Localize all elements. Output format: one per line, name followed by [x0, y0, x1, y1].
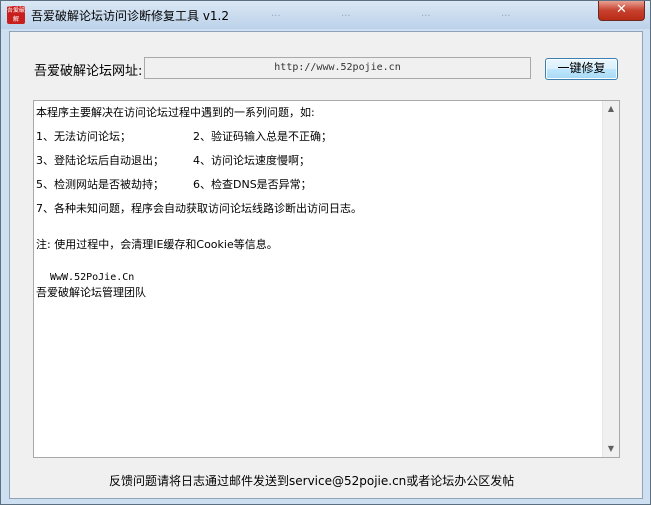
- close-button[interactable]: ✕: [598, 1, 645, 21]
- issue-item: 1、无法访问论坛；: [36, 130, 131, 143]
- issue-item: 3、登陆论坛后自动退出；: [36, 154, 164, 167]
- app-window: 吾爱破解 吾爱破解论坛访问诊断修复工具 v1.2 ... ... ... ...…: [0, 0, 651, 505]
- url-field[interactable]: http://www.52pojie.cn: [144, 57, 531, 79]
- issue-item: 2、验证码输入总是不正确；: [193, 130, 332, 143]
- domain-text: WwW.52PoJie.Cn: [50, 272, 135, 283]
- background-tab: ...: [421, 8, 431, 19]
- repair-button[interactable]: 一键修复: [545, 58, 618, 80]
- close-icon: ✕: [616, 2, 627, 17]
- info-textbox[interactable]: 本程序主要解决在访问论坛过程中遇到的一系列问题，如: 1、无法访问论坛； 2、验…: [33, 100, 620, 458]
- title-bar[interactable]: 吾爱破解 吾爱破解论坛访问诊断修复工具 v1.2 ... ... ... ...…: [1, 1, 650, 29]
- background-tab: ...: [341, 8, 351, 19]
- scroll-up-icon[interactable]: ▲: [603, 101, 619, 117]
- feedback-footer: 反馈问题请将日志通过邮件发送到service@52pojie.cn或者论坛办公区…: [109, 474, 515, 488]
- note-line: 注: 使用过程中，会清理IE缓存和Cookie等信息。: [36, 238, 278, 251]
- issue-item: 7、各种未知问题，程序会自动获取访问论坛线路诊断出访问日志。: [36, 202, 362, 215]
- url-label: 吾爱破解论坛网址:: [34, 64, 143, 79]
- window-title: 吾爱破解论坛访问诊断修复工具 v1.2: [31, 9, 230, 23]
- issue-item: 5、检测网站是否被劫持；: [36, 178, 164, 191]
- background-tab: ...: [271, 8, 281, 19]
- vertical-scrollbar[interactable]: ▲ ▼: [602, 101, 619, 457]
- app-logo-icon: 吾爱破解: [7, 6, 26, 24]
- scroll-down-icon[interactable]: ▼: [603, 441, 619, 457]
- client-area: 吾爱破解论坛网址: http://www.52pojie.cn 一键修复 本程序…: [9, 31, 643, 499]
- info-text-area: 本程序主要解决在访问论坛过程中遇到的一系列问题，如: 1、无法访问论坛； 2、验…: [36, 102, 601, 454]
- intro-line: 本程序主要解决在访问论坛过程中遇到的一系列问题，如:: [36, 106, 315, 119]
- background-tab: ...: [501, 8, 511, 19]
- team-signature: 吾爱破解论坛管理团队: [36, 286, 146, 299]
- issue-item: 6、检查DNS是否异常；: [193, 178, 312, 191]
- issue-item: 4、访问论坛速度慢啊；: [193, 154, 310, 167]
